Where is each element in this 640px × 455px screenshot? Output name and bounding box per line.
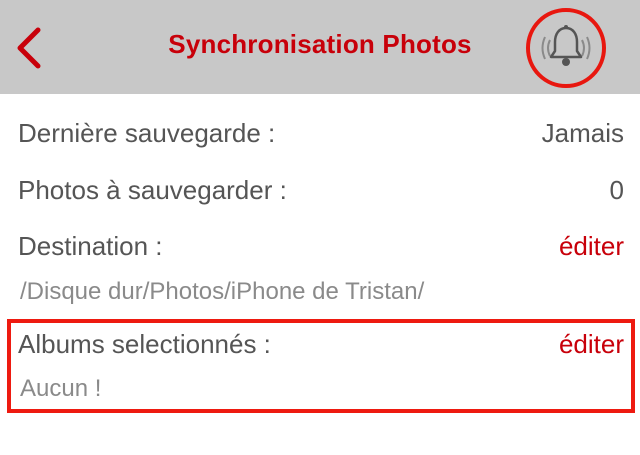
- destination-path: /Disque dur/Photos/iPhone de Tristan/: [20, 278, 425, 305]
- albums-value: Aucun !: [20, 375, 102, 402]
- bell-icon: [541, 25, 591, 66]
- edit-destination-link[interactable]: éditer: [559, 231, 624, 262]
- albums-label: Albums selectionnés :: [18, 329, 271, 359]
- photo-sync-screen: Synchronisation Photos Dernière sauvegar…: [0, 0, 640, 455]
- notification-button[interactable]: [526, 8, 606, 88]
- navigation-bar: Synchronisation Photos: [0, 0, 640, 94]
- edit-albums-link[interactable]: éditer: [559, 329, 624, 360]
- photos-to-backup-label: Photos à sauvegarder :: [18, 175, 287, 205]
- destination-label: Destination :: [18, 231, 163, 261]
- last-backup-value: Jamais: [541, 118, 624, 148]
- last-backup-label: Dernière sauvegarde :: [18, 118, 276, 148]
- photos-to-backup-value: 0: [609, 175, 624, 205]
